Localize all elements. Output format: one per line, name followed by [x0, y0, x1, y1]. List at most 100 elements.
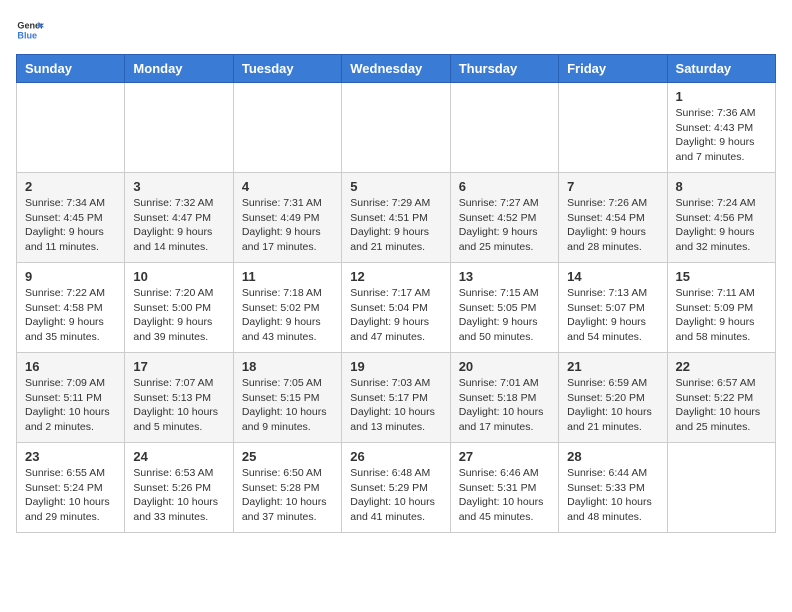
day-number: 21 — [567, 359, 658, 374]
day-info: Sunrise: 7:32 AM Sunset: 4:47 PM Dayligh… — [133, 196, 224, 255]
calendar-cell: 19Sunrise: 7:03 AM Sunset: 5:17 PM Dayli… — [342, 353, 450, 443]
day-info: Sunrise: 7:17 AM Sunset: 5:04 PM Dayligh… — [350, 286, 441, 345]
day-info: Sunrise: 6:59 AM Sunset: 5:20 PM Dayligh… — [567, 376, 658, 435]
week-row-5: 23 Sunrise: 6:55 AM Sunset: 5:24 PM Dayli… — [17, 443, 776, 533]
day-info: Sunrise: 7:11 AM Sunset: 5:09 PM Dayligh… — [676, 286, 767, 345]
header: General Blue — [16, 16, 776, 44]
day-number: 15 — [676, 269, 767, 284]
day-info: Sunrise: 7:27 AM Sunset: 4:52 PM Dayligh… — [459, 196, 550, 255]
calendar-cell: 9 Sunrise: 7:22 AM Sunset: 4:58 PM Daylig… — [17, 263, 125, 353]
calendar-cell — [450, 83, 558, 173]
day-info: Sunrise: 6:53 AM Sunset: 5:26 PM Dayligh… — [133, 466, 224, 525]
day-info: Sunrise: 7:18 AM Sunset: 5:02 PM Dayligh… — [242, 286, 333, 345]
day-info: Sunrise: 7:05 AM Sunset: 5:15 PM Dayligh… — [242, 376, 333, 435]
calendar-header-row: SundayMondayTuesdayWednesdayThursdayFrid… — [17, 55, 776, 83]
day-number: 7 — [567, 179, 658, 194]
logo-icon: General Blue — [16, 16, 44, 44]
calendar-cell — [342, 83, 450, 173]
day-info: Sunrise: 7:09 AM Sunset: 5:11 PM Dayligh… — [25, 376, 116, 435]
day-info: Sunrise: 7:26 AM Sunset: 4:54 PM Dayligh… — [567, 196, 658, 255]
calendar-cell: 23 Sunrise: 6:55 AM Sunset: 5:24 PM Dayli… — [17, 443, 125, 533]
day-info: Sunrise: 7:31 AM Sunset: 4:49 PM Dayligh… — [242, 196, 333, 255]
day-info: Sunrise: 6:48 AM Sunset: 5:29 PM Dayligh… — [350, 466, 441, 525]
week-row-2: 2 Sunrise: 7:34 AM Sunset: 4:45 PM Daylig… — [17, 173, 776, 263]
day-number: 19 — [350, 359, 441, 374]
day-number: 13 — [459, 269, 550, 284]
calendar-cell: 27 Sunrise: 6:46 AM Sunset: 5:31 PM Dayli… — [450, 443, 558, 533]
calendar-cell: 7 Sunrise: 7:26 AM Sunset: 4:54 PM Daylig… — [559, 173, 667, 263]
day-number: 4 — [242, 179, 333, 194]
day-number: 25 — [242, 449, 333, 464]
calendar-cell: 18 Sunrise: 7:05 AM Sunset: 5:15 PM Dayli… — [233, 353, 341, 443]
day-info: Sunrise: 6:55 AM Sunset: 5:24 PM Dayligh… — [25, 466, 116, 525]
day-number: 16 — [25, 359, 116, 374]
col-header-tuesday: Tuesday — [233, 55, 341, 83]
day-number: 3 — [133, 179, 224, 194]
calendar-cell — [233, 83, 341, 173]
calendar-cell: 24 Sunrise: 6:53 AM Sunset: 5:26 PM Dayli… — [125, 443, 233, 533]
calendar-cell: 25 Sunrise: 6:50 AM Sunset: 5:28 PM Dayli… — [233, 443, 341, 533]
calendar-cell: 21 Sunrise: 6:59 AM Sunset: 5:20 PM Dayli… — [559, 353, 667, 443]
day-number: 18 — [242, 359, 333, 374]
day-info: Sunrise: 7:01 AM Sunset: 5:18 PM Dayligh… — [459, 376, 550, 435]
col-header-saturday: Saturday — [667, 55, 775, 83]
calendar-cell: 8Sunrise: 7:24 AM Sunset: 4:56 PM Daylig… — [667, 173, 775, 263]
day-number: 23 — [25, 449, 116, 464]
day-info: Sunrise: 7:22 AM Sunset: 4:58 PM Dayligh… — [25, 286, 116, 345]
calendar-cell: 28 Sunrise: 6:44 AM Sunset: 5:33 PM Dayli… — [559, 443, 667, 533]
calendar-cell: 15 Sunrise: 7:11 AM Sunset: 5:09 PM Dayli… — [667, 263, 775, 353]
calendar-cell: 12 Sunrise: 7:17 AM Sunset: 5:04 PM Dayli… — [342, 263, 450, 353]
calendar-cell: 16 Sunrise: 7:09 AM Sunset: 5:11 PM Dayli… — [17, 353, 125, 443]
day-number: 22 — [676, 359, 767, 374]
calendar-cell: 10 Sunrise: 7:20 AM Sunset: 5:00 PM Dayli… — [125, 263, 233, 353]
col-header-wednesday: Wednesday — [342, 55, 450, 83]
calendar-cell: 2 Sunrise: 7:34 AM Sunset: 4:45 PM Daylig… — [17, 173, 125, 263]
week-row-3: 9 Sunrise: 7:22 AM Sunset: 4:58 PM Daylig… — [17, 263, 776, 353]
day-info: Sunrise: 6:57 AM Sunset: 5:22 PM Dayligh… — [676, 376, 767, 435]
day-info: Sunrise: 6:46 AM Sunset: 5:31 PM Dayligh… — [459, 466, 550, 525]
day-info: Sunrise: 7:29 AM Sunset: 4:51 PM Dayligh… — [350, 196, 441, 255]
week-row-4: 16 Sunrise: 7:09 AM Sunset: 5:11 PM Dayli… — [17, 353, 776, 443]
col-header-friday: Friday — [559, 55, 667, 83]
day-number: 27 — [459, 449, 550, 464]
calendar-cell — [559, 83, 667, 173]
day-number: 2 — [25, 179, 116, 194]
day-number: 8 — [676, 179, 767, 194]
calendar-cell: 20 Sunrise: 7:01 AM Sunset: 5:18 PM Dayli… — [450, 353, 558, 443]
day-number: 11 — [242, 269, 333, 284]
calendar-cell: 17Sunrise: 7:07 AM Sunset: 5:13 PM Dayli… — [125, 353, 233, 443]
day-number: 14 — [567, 269, 658, 284]
day-info: Sunrise: 6:50 AM Sunset: 5:28 PM Dayligh… — [242, 466, 333, 525]
calendar-cell: 6 Sunrise: 7:27 AM Sunset: 4:52 PM Daylig… — [450, 173, 558, 263]
week-row-1: 1Sunrise: 7:36 AM Sunset: 4:43 PM Daylig… — [17, 83, 776, 173]
calendar-cell: 11 Sunrise: 7:18 AM Sunset: 5:02 PM Dayli… — [233, 263, 341, 353]
day-number: 28 — [567, 449, 658, 464]
day-info: Sunrise: 7:34 AM Sunset: 4:45 PM Dayligh… — [25, 196, 116, 255]
col-header-sunday: Sunday — [17, 55, 125, 83]
day-info: Sunrise: 7:07 AM Sunset: 5:13 PM Dayligh… — [133, 376, 224, 435]
calendar-cell — [667, 443, 775, 533]
svg-text:Blue: Blue — [17, 30, 37, 40]
day-number: 12 — [350, 269, 441, 284]
calendar-cell — [125, 83, 233, 173]
calendar: SundayMondayTuesdayWednesdayThursdayFrid… — [16, 54, 776, 533]
day-number: 10 — [133, 269, 224, 284]
day-info: Sunrise: 6:44 AM Sunset: 5:33 PM Dayligh… — [567, 466, 658, 525]
calendar-cell: 26Sunrise: 6:48 AM Sunset: 5:29 PM Dayli… — [342, 443, 450, 533]
calendar-cell: 13 Sunrise: 7:15 AM Sunset: 5:05 PM Dayli… — [450, 263, 558, 353]
calendar-cell: 22 Sunrise: 6:57 AM Sunset: 5:22 PM Dayli… — [667, 353, 775, 443]
day-number: 5 — [350, 179, 441, 194]
calendar-cell: 1Sunrise: 7:36 AM Sunset: 4:43 PM Daylig… — [667, 83, 775, 173]
logo: General Blue — [16, 16, 44, 44]
calendar-cell: 14 Sunrise: 7:13 AM Sunset: 5:07 PM Dayli… — [559, 263, 667, 353]
calendar-cell: 5 Sunrise: 7:29 AM Sunset: 4:51 PM Daylig… — [342, 173, 450, 263]
col-header-thursday: Thursday — [450, 55, 558, 83]
day-info: Sunrise: 7:13 AM Sunset: 5:07 PM Dayligh… — [567, 286, 658, 345]
day-info: Sunrise: 7:20 AM Sunset: 5:00 PM Dayligh… — [133, 286, 224, 345]
day-number: 6 — [459, 179, 550, 194]
day-number: 20 — [459, 359, 550, 374]
calendar-cell: 4 Sunrise: 7:31 AM Sunset: 4:49 PM Daylig… — [233, 173, 341, 263]
day-number: 9 — [25, 269, 116, 284]
day-number: 24 — [133, 449, 224, 464]
day-info: Sunrise: 7:15 AM Sunset: 5:05 PM Dayligh… — [459, 286, 550, 345]
